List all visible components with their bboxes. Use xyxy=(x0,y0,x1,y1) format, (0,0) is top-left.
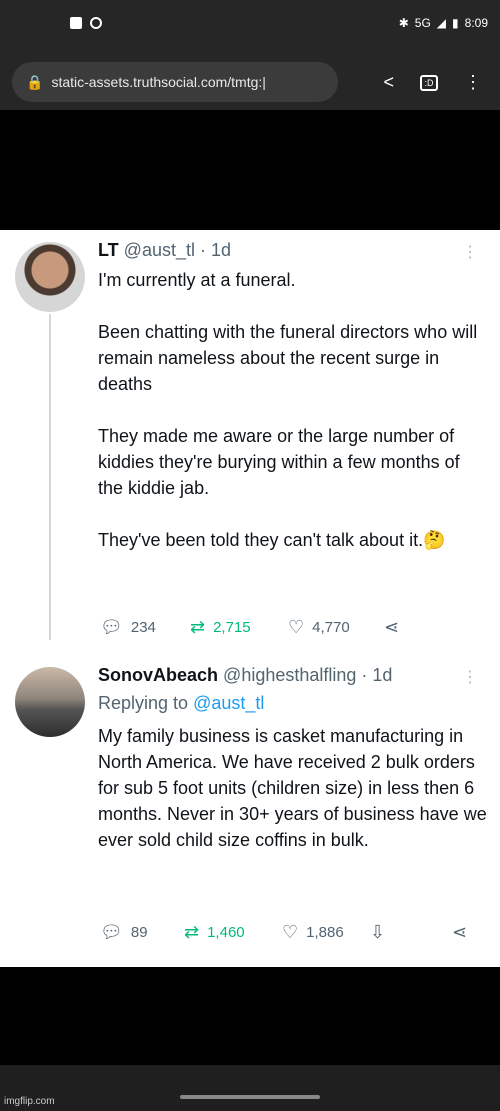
address-bar[interactable]: 🔒 static-assets.truthsocial.com/tmtg:| xyxy=(12,62,338,102)
reply-icon: 💬︎ xyxy=(100,922,123,942)
like-count: 4,770 xyxy=(312,619,350,636)
tweet-actions: 💬︎ 89 ⇄ 1,460 ♡ 1,886 ⇩ ⋖ xyxy=(100,922,467,943)
network-type: 5G xyxy=(414,16,431,30)
like-count: 1,886 xyxy=(306,924,344,941)
share-icon: ⋖ xyxy=(452,922,468,942)
timestamp: · 1d xyxy=(361,665,393,685)
tweet-text: I'm currently at a funeral. Been chattin… xyxy=(98,267,488,553)
share-button[interactable]: ⋖ xyxy=(452,922,467,943)
retweet-icon: ⇄ xyxy=(190,617,206,637)
handle[interactable]: @aust_tl xyxy=(124,240,195,260)
share-button[interactable]: ⋖ xyxy=(384,617,399,638)
like-button[interactable]: ♡ 4,770 xyxy=(288,617,384,638)
browser-toolbar: 🔒 static-assets.truthsocial.com/tmtg:| <… xyxy=(0,54,500,110)
download-icon: ⇩ xyxy=(370,922,386,942)
replying-label: Replying to xyxy=(98,693,189,713)
reply-count: 234 xyxy=(130,619,156,636)
tweet-paragraph: They've been told they can't talk about … xyxy=(98,530,446,550)
more-options-icon[interactable]: ⋮ xyxy=(462,242,478,262)
like-button[interactable]: ♡ 1,886 xyxy=(282,922,370,943)
handle[interactable]: @highesthalfling xyxy=(223,665,356,685)
reply-count: 89 xyxy=(130,924,148,941)
lock-icon: 🔒 xyxy=(26,73,44,90)
retweet-count: 2,715 xyxy=(213,619,251,636)
retweet-icon: ⇄ xyxy=(184,922,200,942)
share-icon: ⋖ xyxy=(384,617,400,637)
tweet-thread: LT @aust_tl · 1d ⋮ I'm currently at a fu… xyxy=(0,230,500,967)
timestamp: · 1d xyxy=(200,240,232,260)
retweet-button[interactable]: ⇄ 2,715 xyxy=(190,617,288,638)
signal-icon: ◢ xyxy=(436,16,447,30)
gesture-handle[interactable] xyxy=(180,1095,320,1099)
more-menu-icon[interactable]: ⋮ xyxy=(464,72,482,93)
replying-to: Replying to @aust_tl xyxy=(98,693,264,714)
retweet-button[interactable]: ⇄ 1,460 xyxy=(184,922,282,943)
watermark: imgflip.com xyxy=(4,1096,55,1107)
tweet-header: SonovAbeach @highesthalfling · 1d xyxy=(98,665,392,686)
tweet-paragraph: They made me aware or the large number o… xyxy=(98,426,460,498)
battery-icon: ▮ xyxy=(452,16,459,30)
tweet-paragraph: I'm currently at a funeral. xyxy=(98,270,296,290)
notification-icon xyxy=(70,17,82,29)
tweet-actions: 💬︎ 234 ⇄ 2,715 ♡ 4,770 ⋖ xyxy=(100,617,399,638)
replying-to-link[interactable]: @aust_tl xyxy=(193,693,264,713)
navigation-bar xyxy=(0,1065,500,1111)
reply-button[interactable]: 💬︎ 234 xyxy=(100,617,190,638)
avatar[interactable] xyxy=(15,242,85,312)
reply-icon: 💬︎ xyxy=(100,617,123,637)
tweet-text: My family business is casket manufacturi… xyxy=(98,723,488,853)
tweet-header: LT @aust_tl · 1d xyxy=(98,240,231,261)
heart-icon: ♡ xyxy=(282,922,299,942)
status-bar: ✱ 5G ◢ ▮ 8:09 xyxy=(0,0,500,54)
tweet-paragraph: Been chatting with the funeral directors… xyxy=(98,322,478,394)
download-button[interactable]: ⇩ xyxy=(370,922,452,943)
display-name[interactable]: LT xyxy=(98,240,119,260)
avatar[interactable] xyxy=(15,667,85,737)
url-text: static-assets.truthsocial.com/tmtg:| xyxy=(51,74,266,90)
tabs-icon[interactable]: :D xyxy=(420,74,438,91)
clock: 8:09 xyxy=(464,16,488,30)
more-options-icon[interactable]: ⋮ xyxy=(462,667,478,687)
top-black-area xyxy=(0,110,500,230)
share-icon[interactable]: < xyxy=(383,72,394,93)
heart-icon: ♡ xyxy=(288,617,305,637)
thread-line xyxy=(49,314,51,640)
display-name[interactable]: SonovAbeach xyxy=(98,665,218,685)
bluetooth-icon: ✱ xyxy=(398,16,409,30)
retweet-count: 1,460 xyxy=(207,924,245,941)
app-notification-icon xyxy=(90,17,102,29)
reply-button[interactable]: 💬︎ 89 xyxy=(100,922,184,943)
tweet-paragraph: My family business is casket manufacturi… xyxy=(98,726,487,850)
